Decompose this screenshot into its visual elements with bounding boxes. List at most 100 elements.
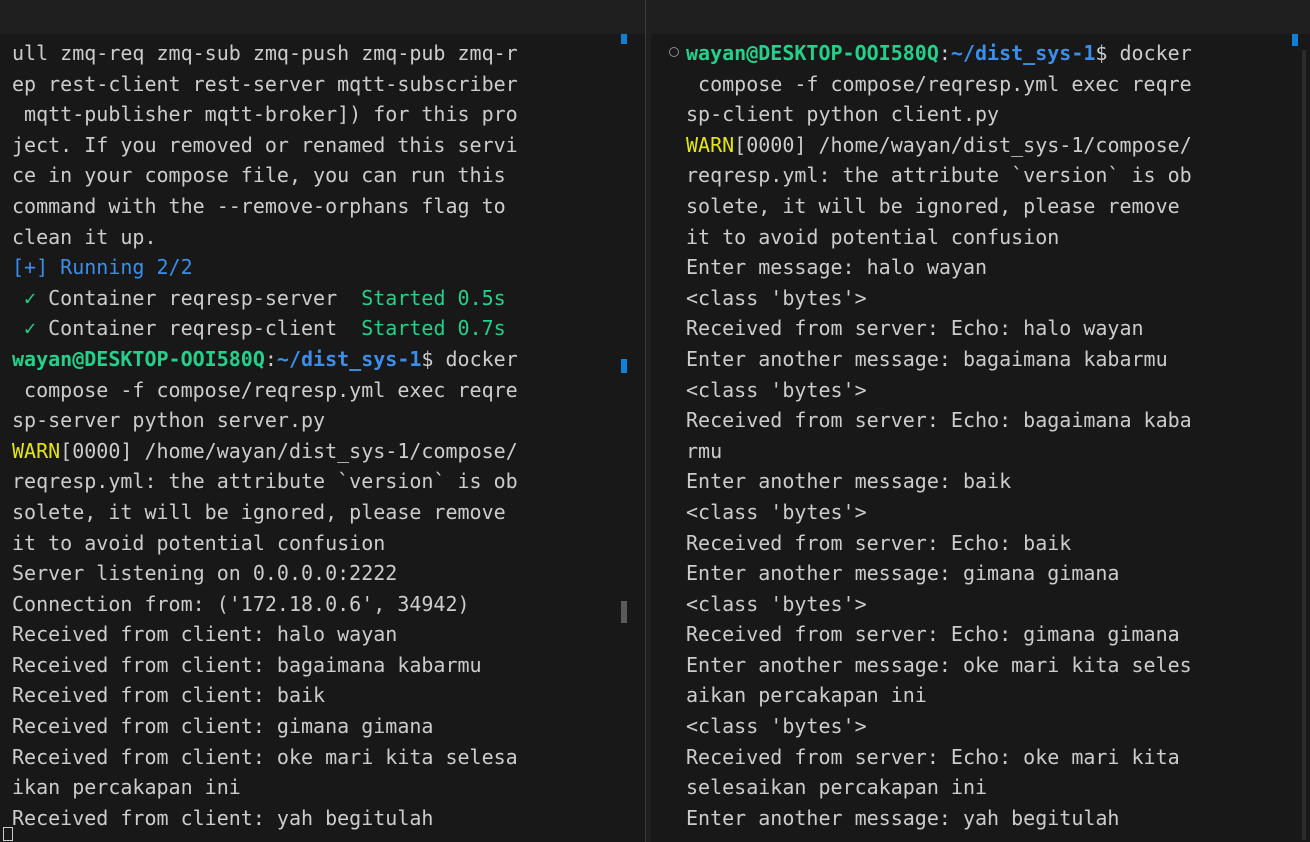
terminal-line: Received from client: baik bbox=[12, 680, 518, 711]
terminal-text-segment: $ docker bbox=[421, 346, 518, 371]
terminal-line: Received from server: Echo: baik bbox=[686, 528, 1192, 559]
terminal-text-segment: ~/dist_sys-1 bbox=[276, 346, 422, 371]
terminal-line: Received from client: halo wayan bbox=[12, 619, 518, 650]
terminal-line: wayan@DESKTOP-OOI580Q:~/dist_sys-1$ dock… bbox=[12, 344, 518, 375]
terminal-line: ce in your compose file, you can run thi… bbox=[12, 160, 518, 191]
terminal-line: aikan percakapan ini bbox=[686, 680, 1192, 711]
terminal-text-segment: Received from client: yah begitulah bbox=[12, 805, 434, 830]
terminal-pane-client[interactable]: wayan@DESKTOP-OOI580Q:~/dist_sys-1$ dock… bbox=[651, 34, 1310, 842]
terminal-text-segment: WARN bbox=[12, 438, 61, 463]
terminal-line: <class 'bytes'> bbox=[686, 375, 1192, 406]
terminal-text-segment: selesaikan percakapan ini bbox=[686, 775, 988, 800]
scrollbar-right[interactable] bbox=[1302, 50, 1306, 840]
terminal-text-segment: Received from server: Echo: oke mari kit… bbox=[686, 744, 1192, 769]
terminal-line: reqresp.yml: the attribute `version` is … bbox=[12, 466, 518, 497]
terminal-text-segment: Enter another message: gimana gimana bbox=[686, 561, 1120, 586]
terminal-text-segment: ject. If you removed or renamed this ser… bbox=[12, 132, 518, 157]
terminal-text-segment: solete, it will be ignored, please remov… bbox=[686, 193, 1192, 218]
terminal-text-segment: solete, it will be ignored, please remov… bbox=[12, 499, 518, 524]
terminal-line: Received from client: bagaimana kabarmu bbox=[12, 650, 518, 681]
terminal-line: command with the --remove-orphans flag t… bbox=[12, 191, 518, 222]
terminal-text-segment: ce in your compose file, you can run thi… bbox=[12, 163, 518, 188]
terminal-line: Enter another message: baik bbox=[686, 466, 1192, 497]
terminal-text-segment: wayan@DESKTOP-OOI580Q bbox=[12, 346, 265, 371]
terminal-line: solete, it will be ignored, please remov… bbox=[686, 191, 1192, 222]
terminal-line: Received from server: Echo: gimana giman… bbox=[686, 619, 1192, 650]
terminal-text-segment: [+] Running 2/2 bbox=[12, 255, 193, 280]
terminal-line: sp-client python client.py bbox=[686, 99, 1192, 130]
terminal-line: Connection from: ('172.18.0.6', 34942) bbox=[12, 589, 518, 620]
terminal-line: Received from client: gimana gimana bbox=[12, 711, 518, 742]
terminal-line: wayan@DESKTOP-OOI580Q:~/dist_sys-1$ dock… bbox=[686, 38, 1192, 69]
terminal-text-segment: ✓ bbox=[12, 285, 49, 310]
terminal-line: Enter another message: bagaimana kabarmu bbox=[686, 344, 1192, 375]
terminal-line: ull zmq-req zmq-sub zmq-push zmq-pub zmq… bbox=[12, 38, 518, 69]
terminal-text-segment: sp-client python client.py bbox=[686, 102, 1000, 127]
terminal-line: sp-server python server.py bbox=[12, 405, 518, 436]
terminal-text-segment: Enter another message: oke mari kita sel… bbox=[686, 652, 1192, 677]
terminal-line: ✓ Container reqresp-server Started 0.5s bbox=[12, 283, 518, 314]
terminal-line: mqtt-publisher mqtt-broker]) for this pr… bbox=[12, 99, 518, 130]
terminal-text-segment: Enter another message: yah begitulah bbox=[686, 805, 1120, 830]
terminal-text-segment: reqresp.yml: the attribute `version` is … bbox=[686, 163, 1192, 188]
terminal-line: Received from server: Echo: halo wayan bbox=[686, 313, 1192, 344]
cursor-block-icon bbox=[3, 827, 13, 841]
terminal-text-segment: clean it up. bbox=[12, 224, 157, 249]
terminal-text-segment: rmu bbox=[686, 438, 723, 463]
terminal-line: ep rest-client rest-server mqtt-subscrib… bbox=[12, 69, 518, 100]
terminal-pane-server[interactable]: ull zmq-req zmq-sub zmq-push zmq-pub zmq… bbox=[0, 34, 645, 842]
terminal-line: reqresp.yml: the attribute `version` is … bbox=[686, 160, 1192, 191]
terminal-text-segment: command with the --remove-orphans flag t… bbox=[12, 193, 518, 218]
terminal-text-segment: Enter another message: baik bbox=[686, 469, 1012, 494]
terminal-line: compose -f compose/reqresp.yml exec reqr… bbox=[686, 69, 1192, 100]
scrollbar-thumb-left[interactable] bbox=[621, 601, 627, 623]
terminal-text-segment: <class 'bytes'> bbox=[686, 285, 867, 310]
terminal-text-segment: mqtt-publisher mqtt-broker]) for this pr… bbox=[12, 102, 518, 127]
terminal-line: Enter message: halo wayan bbox=[686, 252, 1192, 283]
terminal-line: ✓ Container reqresp-client Started 0.7s bbox=[12, 313, 518, 344]
terminal-line: WARN[0000] /home/wayan/dist_sys-1/compos… bbox=[12, 436, 518, 467]
command-marker-right-top bbox=[1292, 34, 1298, 46]
terminal-line: <class 'bytes'> bbox=[686, 711, 1192, 742]
terminal-text-segment: Received from client: bagaimana kabarmu bbox=[12, 652, 482, 677]
terminal-line: ikan percakapan ini bbox=[12, 772, 518, 803]
terminal-line: Enter another message: yah begitulah bbox=[686, 803, 1192, 834]
terminal-line: selesaikan percakapan ini bbox=[686, 772, 1192, 803]
terminal-line: Enter another message: oke mari kita sel… bbox=[686, 650, 1192, 681]
terminal-line: Received from server: Echo: bagaimana ka… bbox=[686, 405, 1192, 436]
terminal-text-segment: ~/dist_sys-1 bbox=[950, 41, 1096, 65]
terminal-line: it to avoid potential confusion bbox=[12, 528, 518, 559]
terminal-text-segment: $ docker bbox=[1095, 41, 1192, 65]
terminal-line: ject. If you removed or renamed this ser… bbox=[12, 130, 518, 161]
terminal-text-segment: <class 'bytes'> bbox=[686, 591, 867, 616]
terminal-text-segment: [0000] /home/wayan/dist_sys-1/compose/ bbox=[60, 438, 518, 463]
terminal-line: Enter another message: gimana gimana bbox=[686, 558, 1192, 589]
command-marker-left-top bbox=[621, 34, 627, 44]
terminal-text-segment: Received from server: Echo: baik bbox=[686, 530, 1072, 555]
terminal-line: solete, it will be ignored, please remov… bbox=[12, 497, 518, 528]
terminal-text-segment: Container reqresp-server bbox=[48, 285, 362, 310]
terminal-text-segment: : bbox=[264, 346, 277, 371]
terminal-text-segment: aikan percakapan ini bbox=[686, 683, 927, 708]
terminal-text-segment: reqresp.yml: the attribute `version` is … bbox=[12, 469, 518, 494]
terminal-text-segment: Received from client: halo wayan bbox=[12, 622, 398, 647]
terminal-line: <class 'bytes'> bbox=[686, 497, 1192, 528]
terminal-line: <class 'bytes'> bbox=[686, 283, 1192, 314]
terminal-text-segment: compose -f compose/reqresp.yml exec reqr… bbox=[12, 377, 518, 402]
terminal-line: <class 'bytes'> bbox=[686, 589, 1192, 620]
terminal-line: Received from server: Echo: oke mari kit… bbox=[686, 742, 1192, 773]
terminal-text-segment: <class 'bytes'> bbox=[686, 499, 867, 524]
terminal-text-segment: Server listening on 0.0.0.0:2222 bbox=[12, 561, 398, 586]
terminal-text-segment: <class 'bytes'> bbox=[686, 714, 867, 739]
terminal-text-segment: Container reqresp-client bbox=[48, 316, 362, 341]
terminal-line: WARN[0000] /home/wayan/dist_sys-1/compos… bbox=[686, 130, 1192, 161]
terminal-line: Received from client: oke mari kita sele… bbox=[12, 742, 518, 773]
terminal-text-segment: Received from client: baik bbox=[12, 683, 326, 708]
terminal-header-bar bbox=[0, 0, 1310, 34]
terminal-line: [+] Running 2/2 bbox=[12, 252, 518, 283]
terminal-text-segment: Received from server: Echo: halo wayan bbox=[686, 316, 1144, 341]
terminal-line: clean it up. bbox=[12, 222, 518, 253]
terminal-line: it to avoid potential confusion bbox=[686, 222, 1192, 253]
terminal-line: compose -f compose/reqresp.yml exec reqr… bbox=[12, 375, 518, 406]
terminal-text-segment: Started 0.7s bbox=[361, 316, 506, 341]
